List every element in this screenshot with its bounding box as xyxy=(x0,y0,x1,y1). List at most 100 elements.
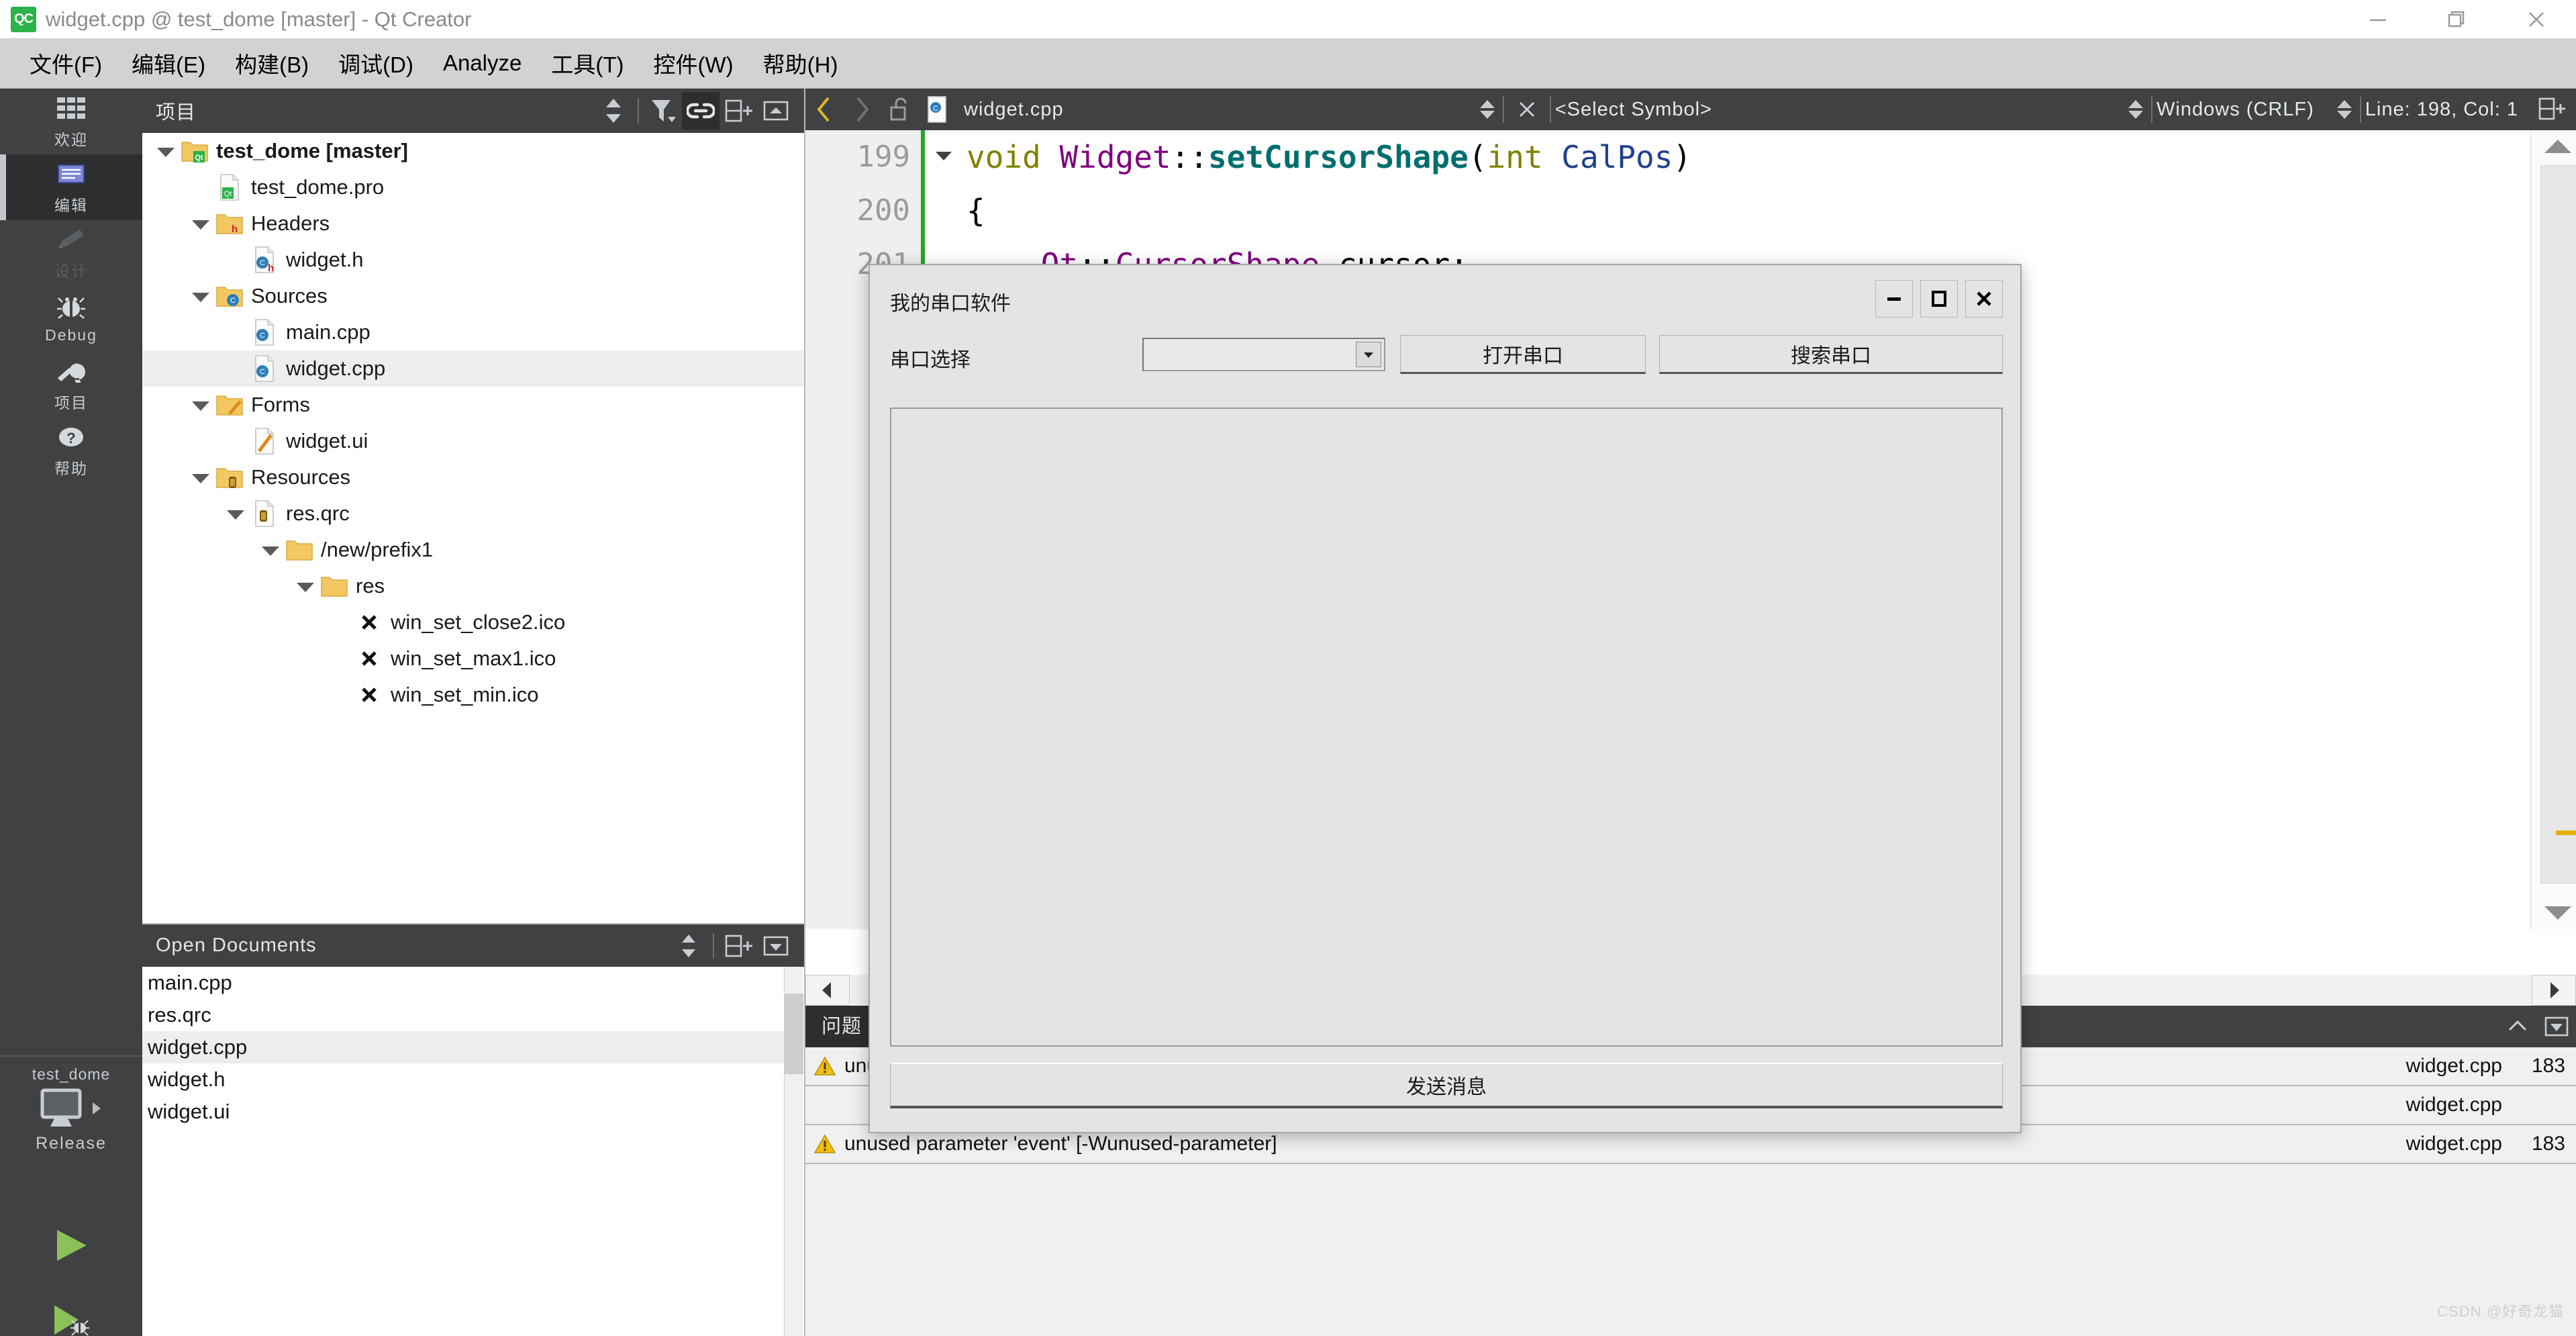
kit-selector[interactable]: test_dome Release xyxy=(0,1065,142,1186)
symbol-selector[interactable]: <Select Symbol> xyxy=(1555,99,1712,121)
mode-item-welcome[interactable]: 欢迎 xyxy=(0,89,142,154)
project-tree[interactable]: Qt test_dome [master] Qt test_dome.pro h He… xyxy=(142,133,804,923)
message-display-area[interactable] xyxy=(890,408,2003,1047)
up-down-arrows-icon[interactable] xyxy=(595,92,632,130)
run-button[interactable] xyxy=(0,1216,142,1277)
forward-arrow-icon[interactable] xyxy=(843,89,881,130)
menu-help[interactable]: 帮助(H) xyxy=(748,47,853,79)
menu-widgets[interactable]: 控件(W) xyxy=(639,47,748,79)
code-token: ( xyxy=(1468,139,1487,175)
tree-item[interactable]: h Headers xyxy=(142,205,804,242)
open-document-item[interactable]: main.cpp xyxy=(142,967,787,999)
chevron-down-icon[interactable] xyxy=(297,583,314,592)
up-down-arrows-icon[interactable] xyxy=(670,927,707,965)
split-plus-icon[interactable] xyxy=(720,92,757,130)
menu-file[interactable]: 文件(F) xyxy=(15,47,117,79)
editor-vertical-scrollbar[interactable] xyxy=(2530,130,2576,929)
unlocked-padlock-icon[interactable] xyxy=(881,89,918,130)
open-document-item[interactable]: widget.cpp xyxy=(142,1031,787,1063)
menu-analyze[interactable]: Analyze xyxy=(428,50,536,76)
chevron-down-icon[interactable] xyxy=(192,401,209,411)
cursor-position[interactable]: Line: 198, Col: 1 xyxy=(2365,99,2518,121)
tree-item[interactable]: res.qrc xyxy=(142,495,804,532)
split-plus-icon[interactable] xyxy=(720,927,757,965)
chevron-down-icon[interactable] xyxy=(192,293,209,302)
close-icon[interactable] xyxy=(2497,0,2576,38)
chevron-down-icon[interactable] xyxy=(192,474,209,483)
debug-run-button[interactable] xyxy=(0,1290,142,1336)
issues-scroll-right[interactable] xyxy=(2532,975,2576,1006)
scrollbar-track[interactable] xyxy=(2540,165,2576,884)
issues-scroll-left[interactable] xyxy=(805,975,850,1006)
tree-item[interactable]: Qt test_dome [master] xyxy=(142,133,804,169)
menu-build[interactable]: 构建(B) xyxy=(220,47,324,79)
chevron-down-icon[interactable] xyxy=(157,148,175,157)
search-port-button[interactable]: 搜索串口 xyxy=(1659,335,2003,374)
restore-icon[interactable] xyxy=(2418,0,2497,38)
chevron-down-icon[interactable] xyxy=(227,510,244,520)
open-document-item[interactable]: res.qrc xyxy=(142,999,787,1031)
mode-item-projects[interactable]: 项目 xyxy=(0,352,142,418)
line-ending-selector[interactable]: Windows (CRLF) xyxy=(2157,99,2314,121)
open-document-item[interactable]: widget.h xyxy=(142,1063,787,1096)
dialog-minimize-icon[interactable] xyxy=(1875,280,1913,318)
open-document-item[interactable]: widget.ui xyxy=(142,1096,787,1128)
tree-item[interactable]: win_set_min.ico xyxy=(142,677,804,713)
chevron-right-icon[interactable] xyxy=(89,1100,104,1120)
collapse-dropdown-icon[interactable] xyxy=(757,927,795,965)
mode-item-edit[interactable]: 编辑 xyxy=(0,154,142,220)
collapse-icon[interactable] xyxy=(757,92,795,130)
menu-edit[interactable]: 编辑(E) xyxy=(117,47,220,79)
dialog-close-icon[interactable] xyxy=(1965,280,2003,318)
send-message-button[interactable]: 发送消息 xyxy=(890,1063,2003,1108)
chevron-down-icon[interactable] xyxy=(262,546,279,556)
tree-item[interactable]: win_set_close2.ico xyxy=(142,604,804,640)
link-icon[interactable] xyxy=(682,92,720,130)
scroll-up-arrow-icon[interactable] xyxy=(2544,140,2571,153)
open-documents-scrollbar[interactable] xyxy=(784,967,803,1336)
fold-marker-icon[interactable] xyxy=(936,152,952,160)
svg-text:C: C xyxy=(260,368,265,376)
tree-item[interactable]: /new/prefix1 xyxy=(142,532,804,568)
tree-item[interactable]: Cmain.cpp xyxy=(142,314,804,350)
tree-item[interactable]: win_set_max1.ico xyxy=(142,640,804,677)
funnel-icon[interactable] xyxy=(644,92,682,130)
tree-item[interactable]: Resources xyxy=(142,459,804,495)
tab-issues[interactable]: 问题 xyxy=(805,1006,879,1047)
menu-tools[interactable]: 工具(T) xyxy=(536,47,638,79)
tree-item[interactable]: C Sources xyxy=(142,278,804,314)
tree-item[interactable]: Cwidget.cpp xyxy=(142,350,804,387)
dialog-maximize-icon[interactable] xyxy=(1920,280,1958,318)
chevron-down-icon[interactable] xyxy=(192,220,209,230)
issue-file: widget.cpp xyxy=(2406,1094,2502,1116)
back-arrow-icon[interactable] xyxy=(805,89,843,130)
code-line[interactable]: void Widget::setCursorShape(int CalPos) xyxy=(967,130,1691,184)
line-ending-arrows[interactable] xyxy=(2333,100,2356,119)
dialog-title-bar[interactable]: 我的串口软件 xyxy=(870,265,2020,332)
tree-item[interactable]: res xyxy=(142,568,804,604)
code-line[interactable]: { xyxy=(967,184,1691,238)
scrollbar-thumb[interactable] xyxy=(785,994,803,1074)
editor-file-dropdown[interactable] xyxy=(1476,100,1499,119)
open-port-button[interactable]: 打开串口 xyxy=(1400,335,1646,374)
chevron-up-icon[interactable] xyxy=(2498,1006,2537,1047)
close-x-icon[interactable] xyxy=(1508,89,1546,130)
mode-item-help[interactable]: ? 帮助 xyxy=(0,418,142,483)
minimize-icon[interactable] xyxy=(2338,0,2418,38)
split-plus-icon[interactable] xyxy=(2533,89,2571,130)
editor-filename[interactable]: widget.cpp xyxy=(956,99,1064,121)
open-documents-list[interactable]: main.cpp res.qrc widget.cpp widget.h widget.… xyxy=(142,967,787,1128)
tree-item[interactable]: Ch widget.h xyxy=(142,242,804,278)
collapse-dropdown-icon[interactable] xyxy=(2537,1006,2576,1047)
mode-item-debug[interactable]: Debug xyxy=(0,286,142,352)
serial-port-dialog[interactable]: 我的串口软件 串口选择 打开串口 搜索串口 发送消息 xyxy=(869,264,2022,1133)
port-select-combobox[interactable] xyxy=(1142,338,1385,371)
chevron-down-icon[interactable] xyxy=(1356,342,1381,367)
mode-item-design[interactable]: 设计 xyxy=(0,220,142,286)
symbol-dropdown-arrows[interactable] xyxy=(2124,100,2147,119)
tree-item[interactable]: Qt test_dome.pro xyxy=(142,169,804,205)
tree-item[interactable]: widget.ui xyxy=(142,423,804,459)
tree-item[interactable]: Forms xyxy=(142,387,804,423)
scroll-down-arrow-icon[interactable] xyxy=(2544,906,2571,920)
menu-debug[interactable]: 调试(D) xyxy=(324,47,428,79)
